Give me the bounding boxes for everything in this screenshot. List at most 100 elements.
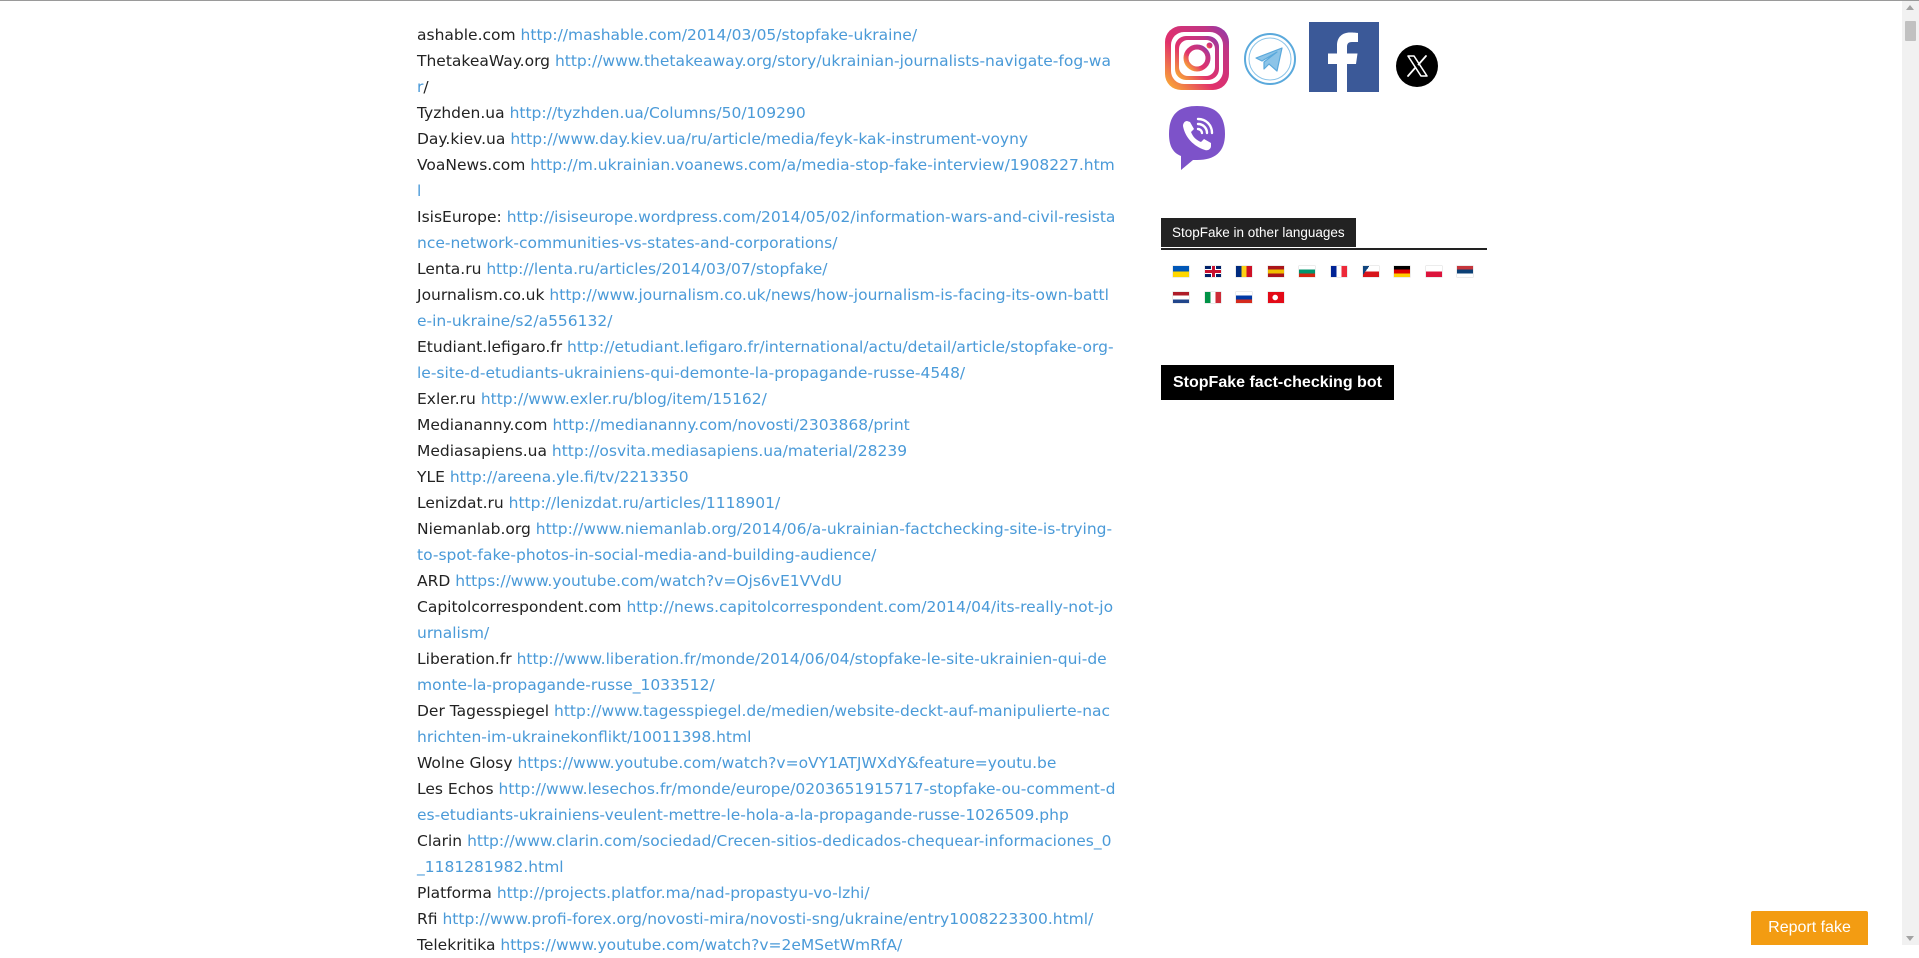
source-link[interactable]: http://isiseurope.wordpress.com/2014/05/… (417, 208, 1115, 252)
source-link[interactable]: http://www.liberation.fr/monde/2014/06/0… (417, 650, 1107, 694)
top-border (0, 0, 1919, 1)
languages-widget-header: StopFake in other languages (1161, 218, 1487, 250)
source-row: Rfi http://www.profi-forex.org/novosti-m… (417, 906, 1117, 932)
scroll-down-arrow-icon[interactable] (1906, 936, 1914, 941)
source-name: ThetakeaWay.org (417, 52, 551, 70)
flag-ukrainian-icon[interactable] (1173, 266, 1189, 277)
vertical-scrollbar[interactable] (1902, 1, 1919, 945)
source-link[interactable]: http://www.day.kiev.ua/ru/article/media/… (510, 130, 1028, 148)
source-link[interactable]: http://www.exler.ru/blog/item/15162/ (481, 390, 767, 408)
source-row: IsisEurope: http://isiseurope.wordpress.… (417, 204, 1117, 256)
flag-spanish-icon[interactable] (1268, 266, 1284, 277)
source-name: Les Echos (417, 780, 494, 798)
flag-english-icon[interactable] (1205, 266, 1221, 277)
scroll-up-arrow-icon[interactable] (1906, 5, 1914, 10)
source-row: Clarin http://www.clarin.com/sociedad/Cr… (417, 828, 1117, 880)
flag-czech-icon[interactable] (1363, 266, 1379, 277)
instagram-icon[interactable] (1165, 26, 1229, 90)
source-row: YLE http://areena.yle.fi/tv/2213350 (417, 464, 1117, 490)
source-row: ashable.com http://mashable.com/2014/03/… (417, 22, 1117, 48)
flag-polish-icon[interactable] (1426, 266, 1442, 277)
source-row: Day.kiev.ua http://www.day.kiev.ua/ru/ar… (417, 126, 1117, 152)
source-row: Exler.ru http://www.exler.ru/blog/item/1… (417, 386, 1117, 412)
fact-checking-bot-link[interactable]: StopFake fact-checking bot (1161, 365, 1394, 400)
source-row: Mediasapiens.ua http://osvita.mediasapie… (417, 438, 1117, 464)
source-name: Tyzhden.ua (417, 104, 505, 122)
source-row: Journalism.co.uk http://www.journalism.c… (417, 282, 1117, 334)
source-name: ARD (417, 572, 451, 590)
source-link[interactable]: http://projects.platfor.ma/nad-propastyu… (497, 884, 870, 902)
social-links (1161, 22, 1487, 182)
source-row: Tyzhden.ua http://tyzhden.ua/Columns/50/… (417, 100, 1117, 126)
flag-bulgarian-icon[interactable] (1299, 266, 1315, 277)
flag-dutch-icon[interactable] (1173, 292, 1189, 303)
source-name: Capitolcorrespondent.com (417, 598, 622, 616)
source-name: Day.kiev.ua (417, 130, 506, 148)
flag-italian-icon[interactable] (1205, 292, 1221, 303)
source-link[interactable]: http://www.profi-forex.org/novosti-mira/… (442, 910, 1093, 928)
source-name: Telekritika (417, 936, 496, 954)
source-link[interactable]: http://www.clarin.com/sociedad/Crecen-si… (417, 832, 1112, 876)
source-name: YLE (417, 468, 445, 486)
source-link[interactable]: http://mediananny.com/novosti/2303868/pr… (552, 416, 909, 434)
source-link[interactable]: http://lenizdat.ru/articles/1118901/ (509, 494, 781, 512)
source-name: Journalism.co.uk (417, 286, 545, 304)
flag-russian-icon[interactable] (1236, 292, 1252, 303)
source-name: IsisEurope: (417, 208, 502, 226)
sidebar: StopFake in other languages StopFake fac… (1161, 22, 1487, 400)
flag-french-icon[interactable] (1331, 266, 1347, 277)
source-row: ThetakeaWay.org http://www.thetakeaway.o… (417, 48, 1117, 100)
source-name: Exler.ru (417, 390, 476, 408)
source-link[interactable]: http://mashable.com/2014/03/05/stopfake-… (521, 26, 918, 44)
source-name: Der Tagesspiegel (417, 702, 550, 720)
source-row: Mediananny.com http://mediananny.com/nov… (417, 412, 1117, 438)
flag-romanian-icon[interactable] (1236, 266, 1252, 277)
source-link[interactable]: https://www.youtube.com/watch?v=Ojs6vE1V… (455, 572, 842, 590)
source-name: Niemanlab.org (417, 520, 531, 538)
flag-german-icon[interactable] (1394, 266, 1410, 277)
source-link[interactable]: https://www.youtube.com/watch?v=oVY1ATJW… (517, 754, 1056, 772)
source-link[interactable]: http://osvita.mediasapiens.ua/material/2… (552, 442, 907, 460)
source-name: Lenta.ru (417, 260, 482, 278)
source-name: Rfi (417, 910, 438, 928)
source-row: Lenizdat.ru http://lenizdat.ru/articles/… (417, 490, 1117, 516)
source-name: Clarin (417, 832, 463, 850)
source-suffix: / (423, 78, 429, 96)
flag-turkish-icon[interactable] (1268, 292, 1284, 303)
source-name: Mediananny.com (417, 416, 548, 434)
source-row: Lenta.ru http://lenta.ru/articles/2014/0… (417, 256, 1117, 282)
source-row: Capitolcorrespondent.com http://news.cap… (417, 594, 1117, 646)
source-row: ARD https://www.youtube.com/watch?v=Ojs6… (417, 568, 1117, 594)
source-row: Etudiant.lefigaro.fr http://etudiant.lef… (417, 334, 1117, 386)
source-name: ashable.com (417, 26, 516, 44)
languages-widget-title: StopFake in other languages (1161, 218, 1356, 247)
source-row: VoaNews.com http://m.ukrainian.voanews.c… (417, 152, 1117, 204)
telegram-icon[interactable] (1243, 32, 1297, 86)
source-name: Lenizdat.ru (417, 494, 504, 512)
source-link[interactable]: http://www.lesechos.fr/monde/europe/0203… (417, 780, 1115, 824)
source-name: Mediasapiens.ua (417, 442, 547, 460)
source-name: VoaNews.com (417, 156, 526, 174)
source-row: Platforma http://projects.platfor.ma/nad… (417, 880, 1117, 906)
flag-serbian-icon[interactable] (1457, 266, 1473, 277)
source-link[interactable]: http://lenta.ru/articles/2014/03/07/stop… (486, 260, 827, 278)
source-link[interactable]: http://areena.yle.fi/tv/2213350 (450, 468, 689, 486)
x-icon[interactable] (1396, 45, 1438, 87)
source-row: Liberation.fr http://www.liberation.fr/m… (417, 646, 1117, 698)
viber-icon[interactable] (1165, 104, 1229, 174)
source-name: Wolne Glosy (417, 754, 513, 772)
source-name: Liberation.fr (417, 650, 512, 668)
source-name: Etudiant.lefigaro.fr (417, 338, 563, 356)
source-name: Platforma (417, 884, 492, 902)
report-fake-button[interactable]: Report fake (1751, 911, 1868, 945)
source-row: Les Echos http://www.lesechos.fr/monde/e… (417, 776, 1117, 828)
article-sources-list: ashable.com http://mashable.com/2014/03/… (417, 22, 1117, 958)
source-link[interactable]: http://tyzhden.ua/Columns/50/109290 (510, 104, 806, 122)
source-link[interactable]: https://www.youtube.com/watch?v=2eMSetWm… (500, 936, 902, 954)
source-row: Niemanlab.org http://www.niemanlab.org/2… (417, 516, 1117, 568)
source-row: Wolne Glosy https://www.youtube.com/watc… (417, 750, 1117, 776)
scrollbar-thumb[interactable] (1905, 21, 1916, 41)
facebook-icon[interactable] (1309, 22, 1379, 92)
source-row: Der Tagesspiegel http://www.tagesspiegel… (417, 698, 1117, 750)
source-row: Telekritika https://www.youtube.com/watc… (417, 932, 1117, 958)
